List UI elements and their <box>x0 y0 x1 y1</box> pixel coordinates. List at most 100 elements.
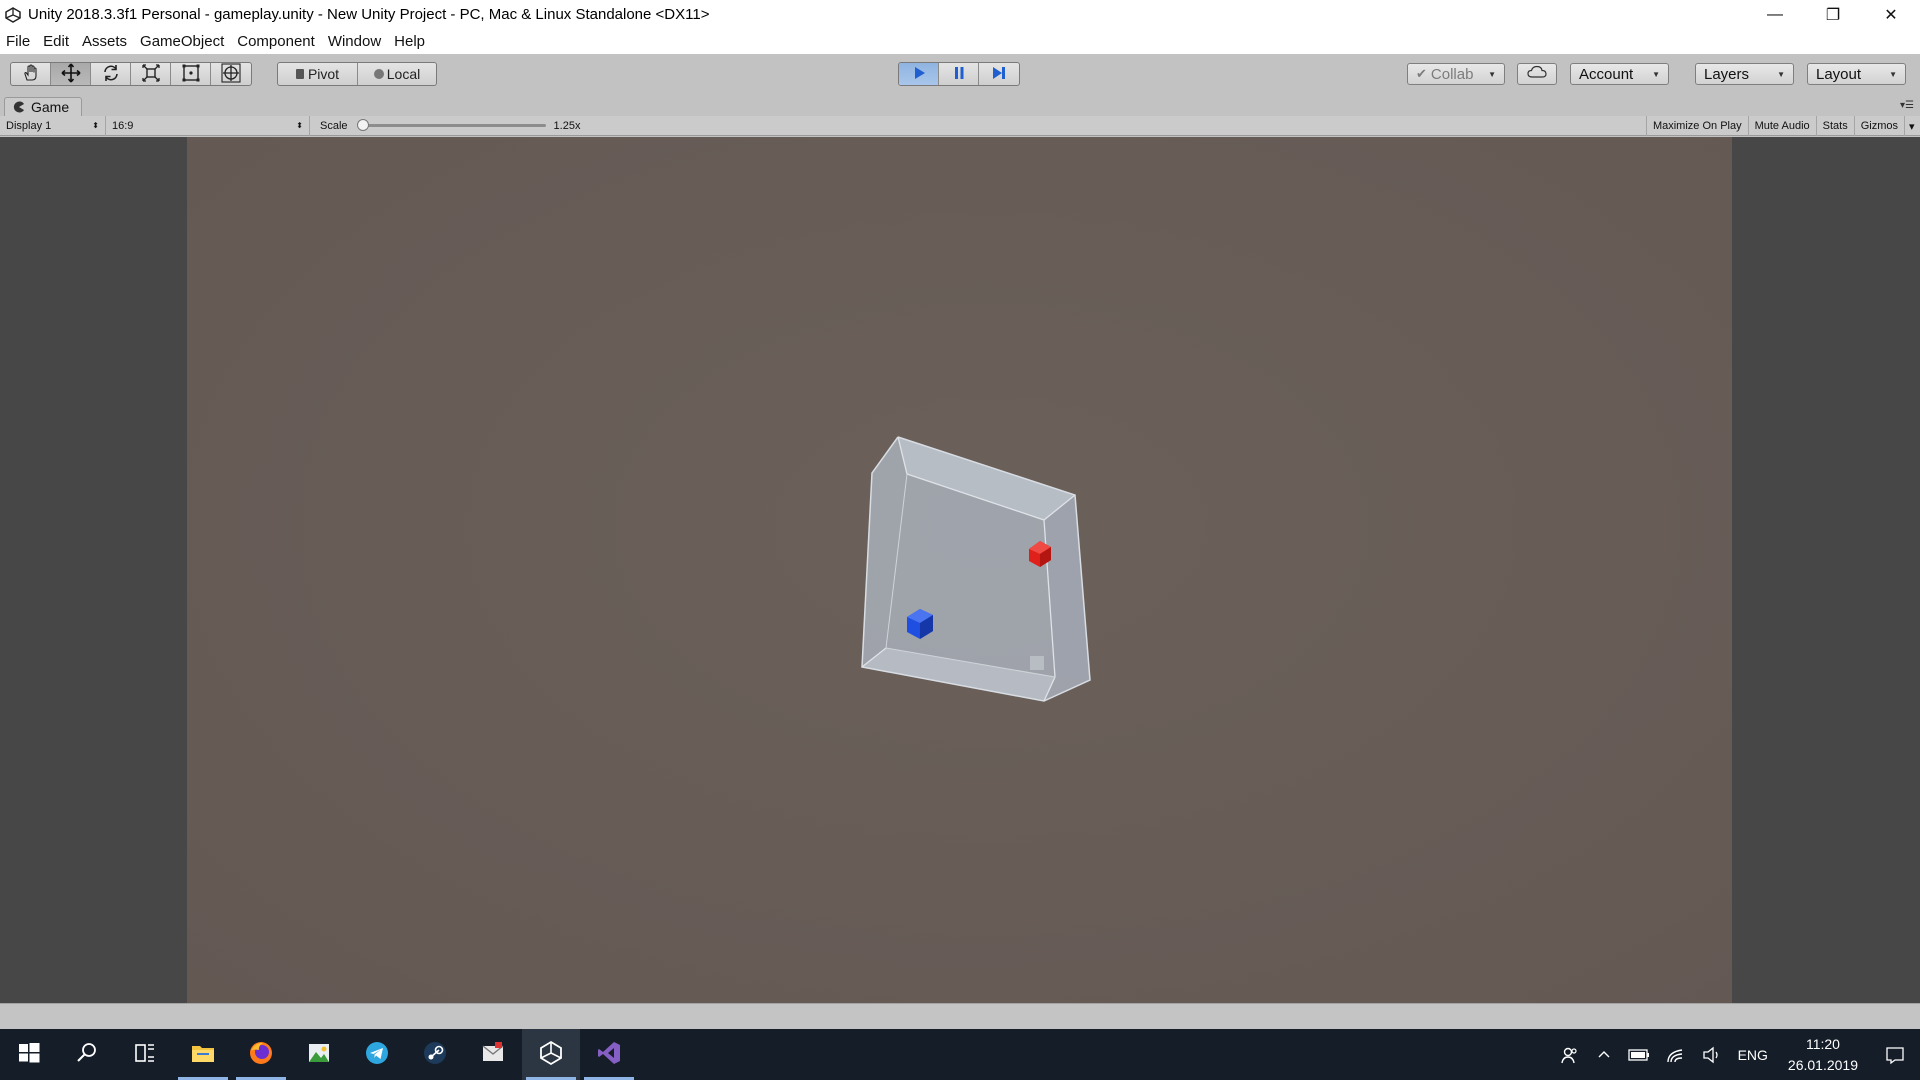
minimize-button[interactable]: — <box>1746 0 1804 29</box>
pause-button[interactable] <box>939 63 979 85</box>
rect-tool-button[interactable] <box>171 63 211 85</box>
scale-tool-button[interactable] <box>131 63 171 85</box>
account-dropdown[interactable]: Account ▼ <box>1570 63 1669 85</box>
mail-app-icon <box>479 1039 507 1070</box>
mute-audio-toggle[interactable]: Mute Audio <box>1747 116 1816 136</box>
aspect-label: 16:9 <box>112 119 134 132</box>
unity-logo-icon <box>2 0 24 29</box>
gizmos-dropdown[interactable]: Gizmos <box>1853 116 1904 136</box>
cloud-button[interactable] <box>1517 63 1557 85</box>
move-tool-button[interactable] <box>51 63 91 85</box>
updown-arrow-icon: ⬍ <box>296 121 303 130</box>
system-tray: ENG 11:20 26.01.2019 <box>1552 1029 1920 1080</box>
menu-help[interactable]: Help <box>394 33 425 50</box>
image-editor-icon <box>305 1039 333 1070</box>
taskbar-file-explorer[interactable] <box>174 1029 232 1080</box>
panel-tabstrip: Game ▾☰ <box>0 96 1920 116</box>
scene-render <box>861 436 1091 702</box>
wifi-icon[interactable] <box>1658 1029 1694 1080</box>
gizmos-chevron-icon[interactable]: ▾ <box>1904 116 1920 136</box>
glass-box <box>861 436 1091 702</box>
aspect-dropdown[interactable]: 16:9 ⬍ <box>106 115 310 136</box>
scale-slider[interactable] <box>356 119 546 131</box>
cloud-icon <box>1527 65 1547 83</box>
rect-transform-icon <box>180 63 202 85</box>
visual-studio-icon <box>595 1039 623 1070</box>
gizmos-label: Gizmos <box>1860 120 1898 132</box>
transform-icon <box>220 63 242 85</box>
game-render-area[interactable] <box>187 137 1732 1003</box>
updown-arrow-icon: ⬍ <box>92 121 99 130</box>
menu-gameobject[interactable]: GameObject <box>140 33 224 50</box>
chevron-up-icon[interactable] <box>1588 1029 1620 1080</box>
menu-edit[interactable]: Edit <box>43 33 69 50</box>
scale-icon <box>140 63 162 85</box>
collab-dropdown[interactable]: ✔ Collab ▼ <box>1407 63 1505 85</box>
task-view-button[interactable] <box>116 1029 174 1080</box>
menu-window[interactable]: Window <box>328 33 381 50</box>
letterbox-right <box>1732 137 1920 1003</box>
scale-slider-thumb[interactable] <box>356 119 369 131</box>
chevron-down-icon: ▼ <box>1488 69 1496 79</box>
battery-icon[interactable] <box>1620 1029 1658 1080</box>
game-view-toolbar: Display 1 ⬍ 16:9 ⬍ Scale 1.25x Maximize … <box>0 115 1920 136</box>
rotate-icon <box>100 63 122 85</box>
taskbar-visual-studio[interactable] <box>580 1029 638 1080</box>
unity-icon <box>537 1039 565 1070</box>
taskbar-telegram[interactable] <box>348 1029 406 1080</box>
move-arrows-icon <box>60 63 82 85</box>
scale-label: Scale <box>320 119 348 132</box>
firefox-icon <box>247 1039 275 1070</box>
pivot-toggle-button[interactable]: Pivot <box>278 63 358 85</box>
game-viewport[interactable] <box>0 137 1920 1003</box>
chevron-down-icon: ▼ <box>1777 69 1785 79</box>
menu-component[interactable]: Component <box>237 33 315 50</box>
window-titlebar: Unity 2018.3.3f1 Personal - gameplay.uni… <box>0 0 1920 29</box>
stats-toggle[interactable]: Stats <box>1815 116 1854 136</box>
taskbar-clock[interactable]: 11:20 26.01.2019 <box>1776 1034 1870 1076</box>
game-tab-label: Game <box>31 99 70 115</box>
taskbar-mail-app[interactable] <box>464 1029 522 1080</box>
chevron-down-icon: ▼ <box>1889 69 1897 79</box>
tab-game[interactable]: Game <box>4 97 82 116</box>
pivot-icon <box>295 69 304 79</box>
maximize-on-play-toggle[interactable]: Maximize On Play <box>1645 116 1748 136</box>
menu-file[interactable]: File <box>6 33 30 50</box>
transform-tool-button[interactable] <box>211 63 251 85</box>
display-label: Display 1 <box>6 119 52 132</box>
taskbar-unity[interactable] <box>522 1029 580 1080</box>
main-toolbar: Pivot Local ✔ Collab ▼ Account ▼ Layers … <box>0 54 1920 96</box>
collab-label: Collab <box>1430 65 1474 83</box>
layers-dropdown[interactable]: Layers ▼ <box>1695 63 1794 85</box>
menu-bar: File Edit Assets GameObject Component Wi… <box>0 29 1920 54</box>
start-button[interactable] <box>0 1029 58 1080</box>
language-indicator[interactable]: ENG <box>1730 1029 1776 1080</box>
rotate-tool-button[interactable] <box>91 63 131 85</box>
display-dropdown[interactable]: Display 1 ⬍ <box>0 115 106 136</box>
panel-menu-icon[interactable]: ▾☰ <box>1900 100 1914 111</box>
taskbar-firefox[interactable] <box>232 1029 290 1080</box>
hand-icon <box>20 63 42 85</box>
search-button[interactable] <box>58 1029 116 1080</box>
taskbar-image-editor[interactable] <box>290 1029 348 1080</box>
step-button[interactable] <box>979 63 1019 85</box>
letterbox-left <box>0 137 187 1003</box>
hand-tool-button[interactable] <box>11 63 51 85</box>
windows-taskbar: ENG 11:20 26.01.2019 <box>0 1029 1920 1080</box>
scale-value: 1.25x <box>553 119 581 132</box>
notifications-icon[interactable] <box>1870 1029 1920 1080</box>
layout-dropdown[interactable]: Layout ▼ <box>1807 63 1906 85</box>
close-button[interactable]: ✕ <box>1862 0 1920 29</box>
play-button[interactable] <box>899 63 939 85</box>
people-icon[interactable] <box>1552 1029 1588 1080</box>
transform-tools <box>10 62 252 86</box>
taskbar-steam[interactable] <box>406 1029 464 1080</box>
menu-assets[interactable]: Assets <box>82 33 127 50</box>
pivot-local-group: Pivot Local <box>277 62 437 86</box>
restore-button[interactable]: ❐ <box>1804 0 1862 29</box>
status-bar <box>0 1003 1920 1029</box>
volume-icon[interactable] <box>1694 1029 1730 1080</box>
local-toggle-button[interactable]: Local <box>358 63 436 85</box>
clock-date: 26.01.2019 <box>1787 1056 1858 1073</box>
playback-controls <box>898 62 1020 86</box>
